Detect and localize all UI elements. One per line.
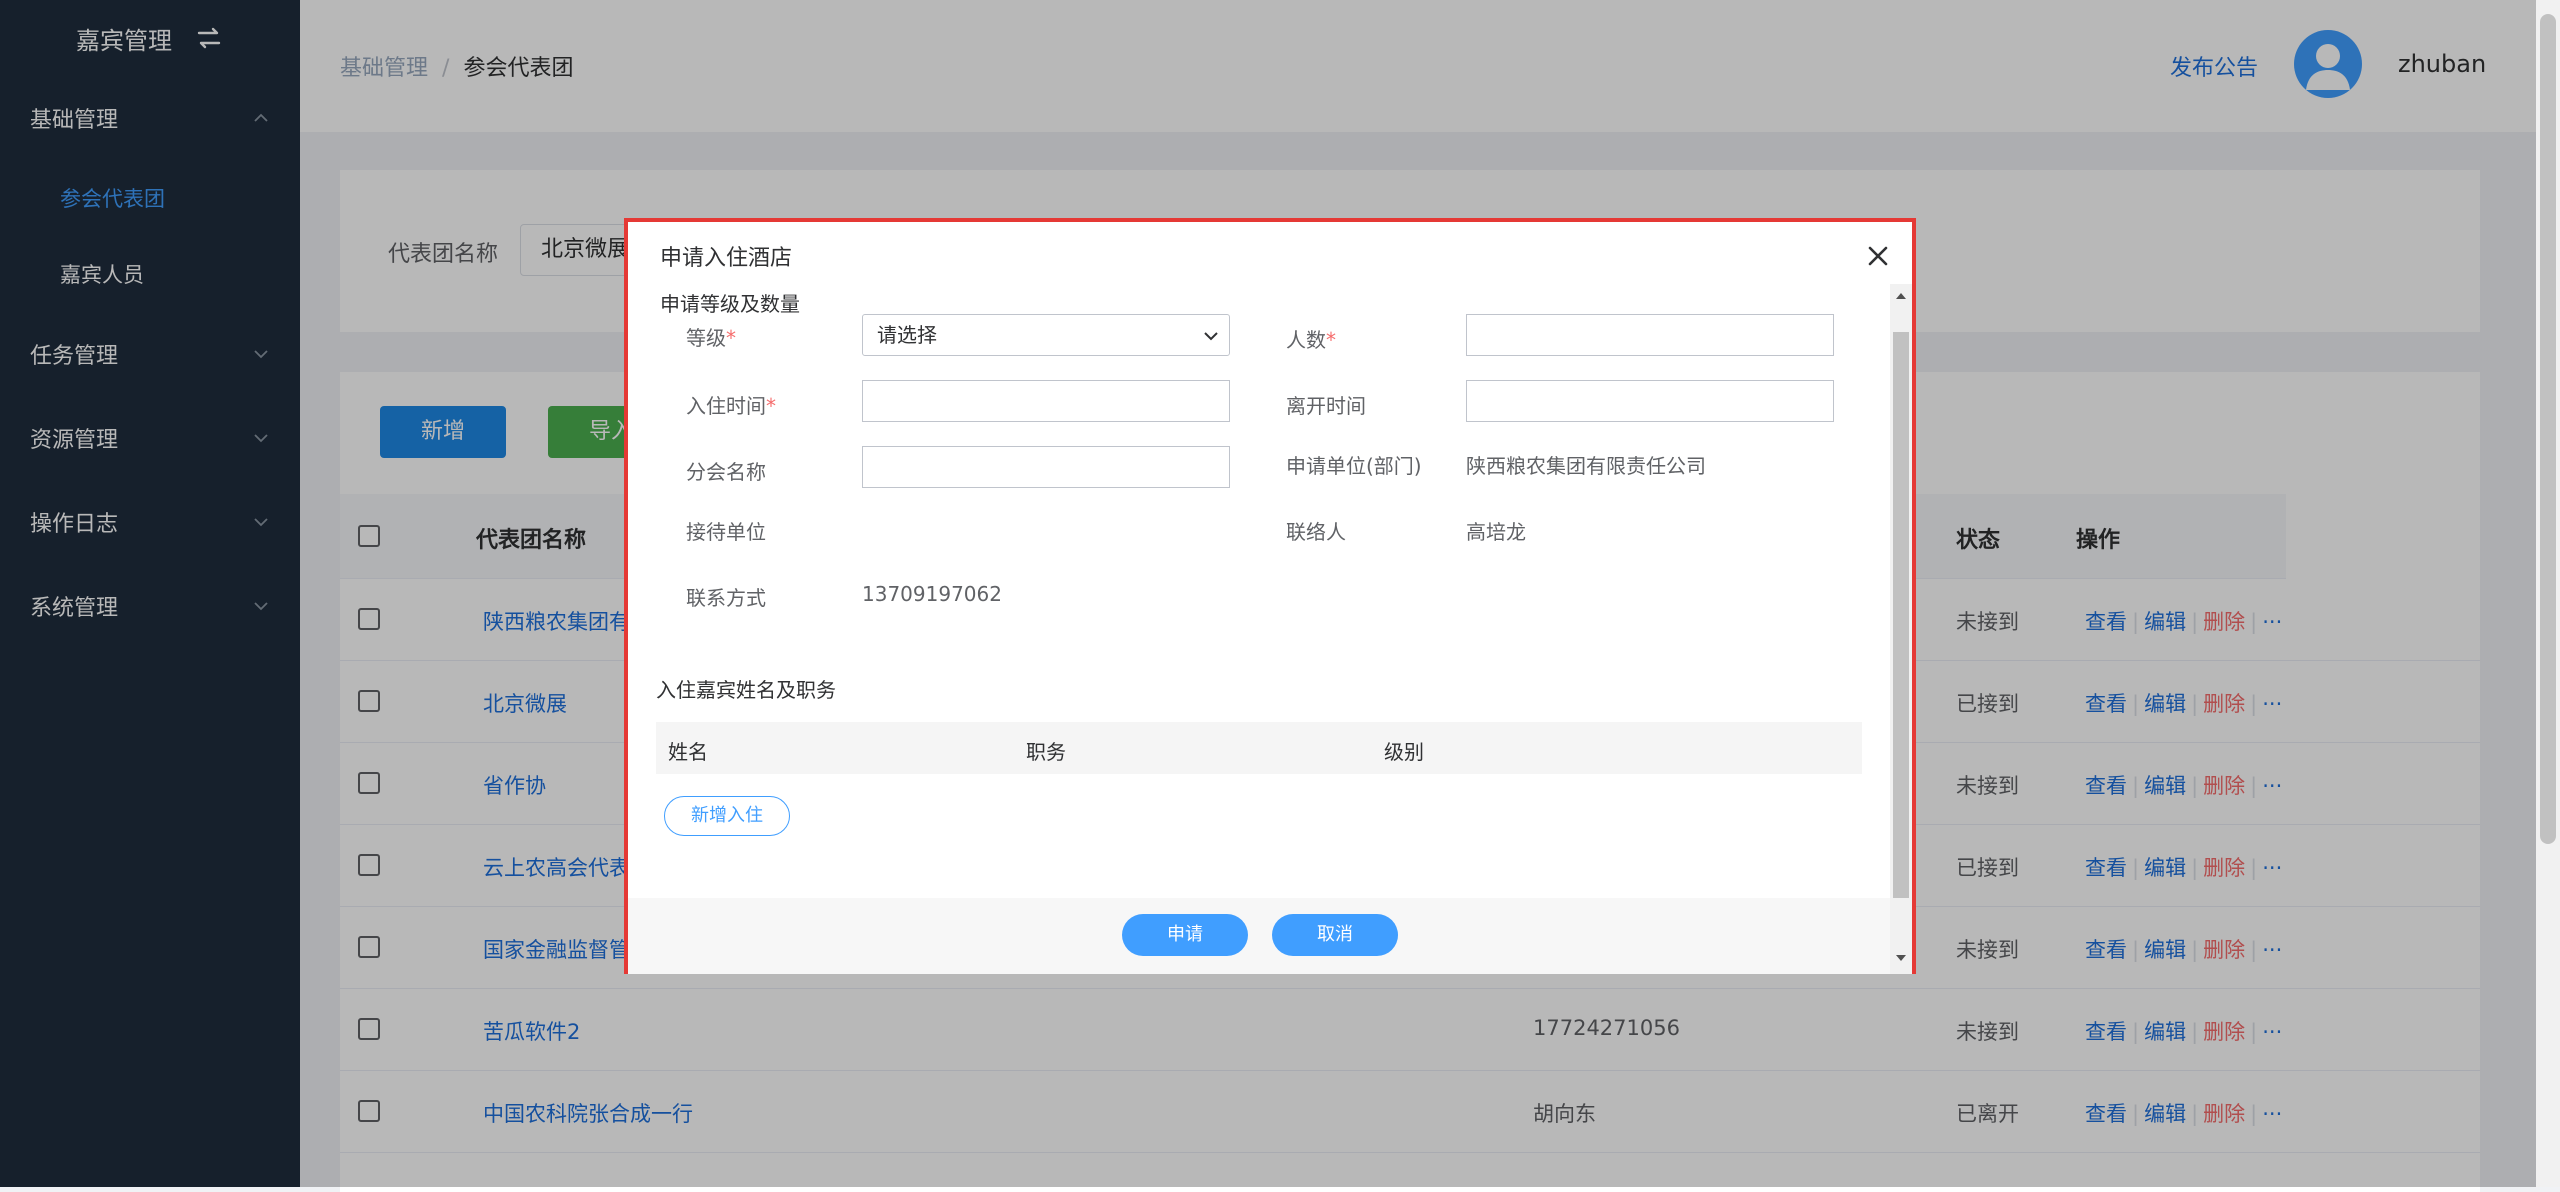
add-checkin-button[interactable]: 新增入住 bbox=[664, 796, 790, 836]
people-count-input[interactable] bbox=[1466, 314, 1834, 356]
required-mark: * bbox=[726, 326, 736, 350]
level-select-value: 请选择 bbox=[877, 323, 937, 347]
guest-column-name: 姓名 bbox=[668, 740, 708, 764]
dialog-title: 申请入住酒店 bbox=[660, 246, 793, 271]
reception-unit-label: 接待单位 bbox=[686, 520, 766, 544]
liaison-value: 高培龙 bbox=[1466, 520, 1526, 544]
page-scrollbar[interactable] bbox=[2536, 0, 2560, 1187]
level-label: 等级* bbox=[686, 322, 736, 351]
checkin-time-label-text: 入住时间 bbox=[686, 394, 766, 418]
submit-apply-button[interactable]: 申请 bbox=[1122, 914, 1248, 956]
people-count-label: 人数* bbox=[1286, 324, 1336, 353]
contact-value: 13709197062 bbox=[862, 582, 1002, 606]
section-title: 申请等级及数量 bbox=[660, 292, 800, 316]
scroll-up-icon[interactable] bbox=[1895, 290, 1907, 302]
scroll-down-icon[interactable] bbox=[1895, 952, 1907, 964]
branch-name-input[interactable] bbox=[862, 446, 1230, 488]
branch-name-label: 分会名称 bbox=[686, 460, 766, 484]
contact-label: 联系方式 bbox=[686, 586, 766, 610]
level-label-text: 等级 bbox=[686, 326, 726, 350]
dialog-scrollbar[interactable] bbox=[1890, 284, 1912, 974]
checkin-time-label: 入住时间* bbox=[686, 390, 776, 419]
leave-time-input[interactable] bbox=[1466, 380, 1834, 422]
page-scrollbar-thumb[interactable] bbox=[2540, 14, 2556, 844]
hotel-checkin-dialog: 申请入住酒店 申请等级及数量 等级* 请选择 人数* 入住时间* 离开时间 分会… bbox=[624, 218, 1916, 974]
apply-unit-label: 申请单位(部门) bbox=[1286, 454, 1422, 478]
dialog-scrollbar-thumb[interactable] bbox=[1893, 332, 1909, 898]
chevron-down-icon bbox=[1204, 332, 1218, 341]
liaison-label: 联络人 bbox=[1286, 520, 1346, 544]
level-select[interactable]: 请选择 bbox=[862, 314, 1230, 356]
leave-time-label: 离开时间 bbox=[1286, 394, 1366, 418]
guest-column-level: 级别 bbox=[1384, 740, 1424, 764]
guest-column-position: 职务 bbox=[1026, 740, 1066, 764]
checkin-time-input[interactable] bbox=[862, 380, 1230, 422]
dialog-footer: 申请 取消 bbox=[628, 898, 1890, 974]
people-count-label-text: 人数 bbox=[1286, 328, 1326, 352]
required-mark: * bbox=[1326, 328, 1336, 352]
required-mark: * bbox=[766, 394, 776, 418]
guest-table-header: 姓名 职务 级别 bbox=[656, 722, 1862, 774]
close-icon[interactable] bbox=[1864, 242, 1892, 270]
apply-unit-value: 陕西粮农集团有限责任公司 bbox=[1466, 454, 1706, 478]
cancel-button[interactable]: 取消 bbox=[1272, 914, 1398, 956]
guest-section-title: 入住嘉宾姓名及职务 bbox=[656, 678, 836, 702]
